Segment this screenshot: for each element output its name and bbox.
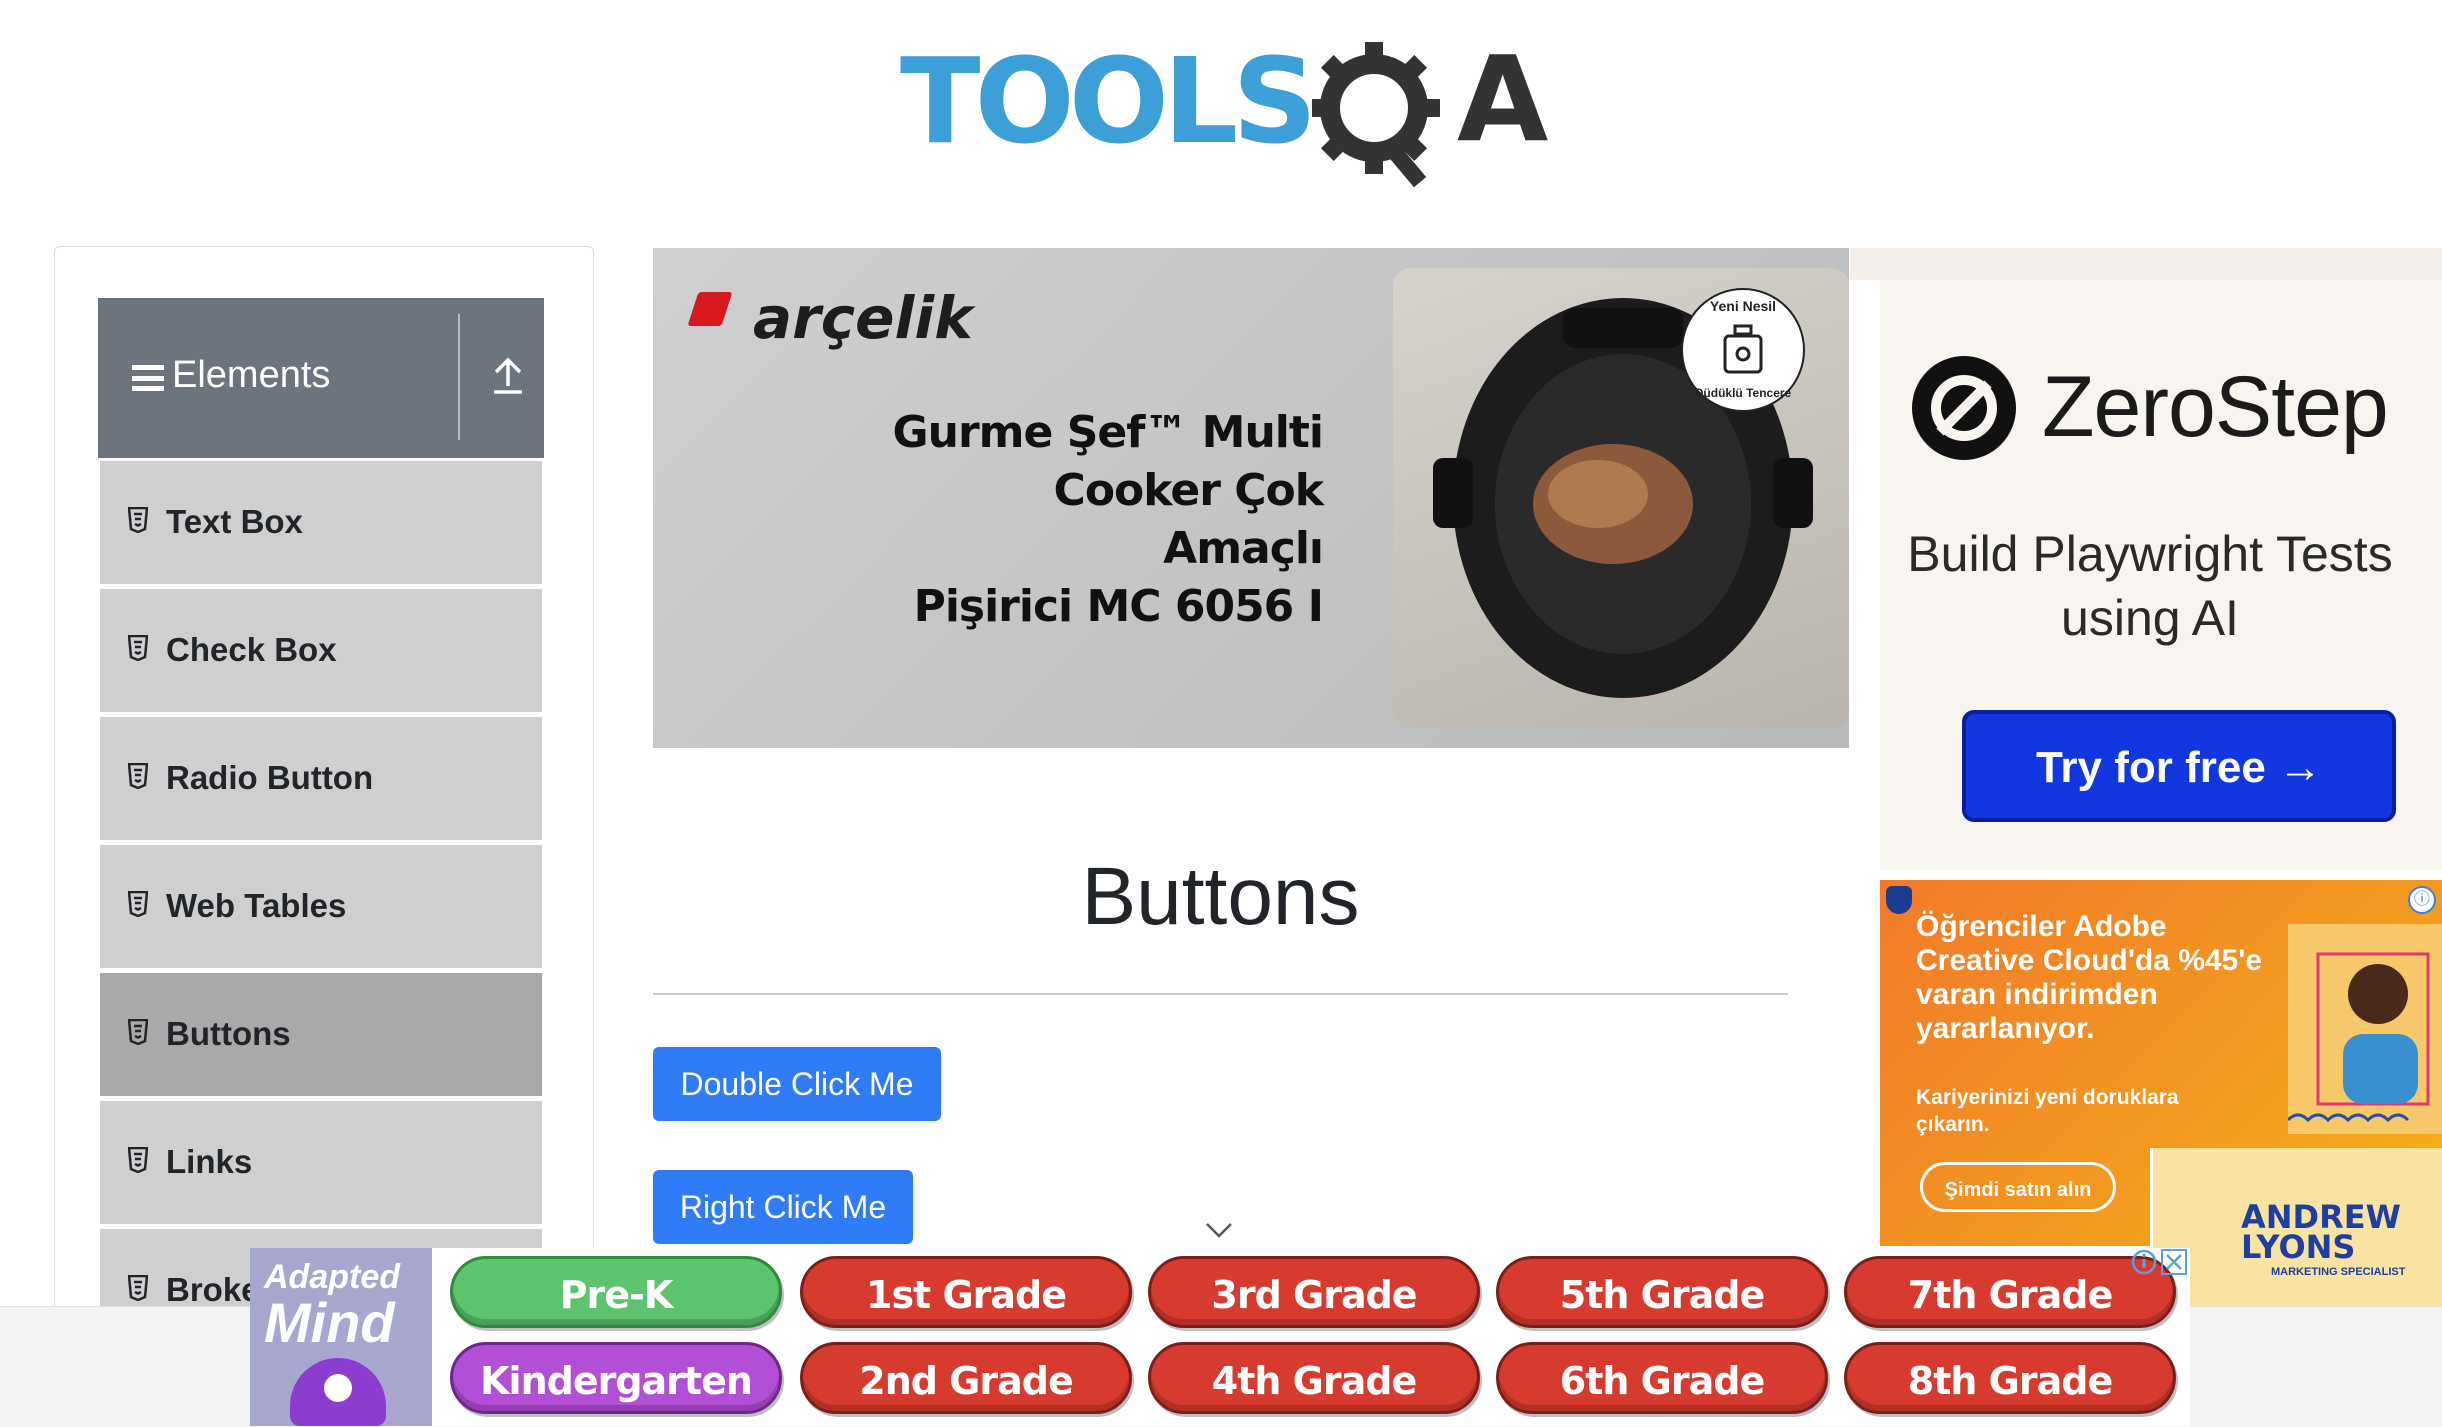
double-click-button[interactable]: Double Click Me <box>653 1047 941 1121</box>
monster-eye <box>324 1374 352 1402</box>
andrew-role: MARKETING SPECIALIST <box>2271 1266 2406 1278</box>
name-line: LYONS <box>2241 1228 2356 1266</box>
sidebar-item-buttons[interactable]: Buttons <box>100 970 542 1096</box>
adapted-mind-ad[interactable]: Adapted Mind Pre-K 1st Grade 3rd Grade 5… <box>250 1248 2190 1426</box>
grade-2nd[interactable]: 2nd Grade <box>800 1342 1132 1414</box>
page-title: Buttons <box>1081 851 1360 942</box>
stamp-badge: Yeni Nesil Düdüklü Tencere <box>1681 288 1805 412</box>
logo-word: TOOLS <box>900 32 1317 170</box>
grade-8th[interactable]: 8th Grade <box>1844 1342 2176 1414</box>
html5-icon <box>128 891 148 917</box>
andrew-lyons-card: ANDREW LYONS MARKETING SPECIALIST <box>2150 1148 2442 1308</box>
ad-strip <box>1850 248 2442 280</box>
adobe-headline: Öğrenciler Adobe Creative Cloud'da %45'e… <box>1916 910 2263 1045</box>
shield-icon <box>1886 886 1912 914</box>
group-title: Elements <box>132 354 330 397</box>
gear-magnifier-icon: A <box>1312 40 1548 188</box>
adobe-subtext: Kariyerinizi yeni doruklara çıkarın. <box>1916 1086 2179 1136</box>
zerostep-logo-icon <box>1912 356 2016 460</box>
logo-suffix: A <box>1457 40 1548 168</box>
headline-line: Gurme Şef™ Multi <box>892 407 1324 458</box>
html5-icon <box>128 635 148 661</box>
sidebar-item-label: Web Tables <box>166 887 347 924</box>
sidebar-item-label: Radio Button <box>166 759 374 796</box>
html5-icon <box>128 763 148 789</box>
toolsqa-logo[interactable]: TOOLS A <box>900 40 1550 190</box>
title-divider <box>653 993 1788 995</box>
grade-4th[interactable]: 4th Grade <box>1148 1342 1480 1414</box>
group-title-text: Elements <box>172 354 331 396</box>
sidebar-group-header[interactable]: Elements <box>98 298 544 458</box>
sidebar-item-check-box[interactable]: Check Box <box>100 586 542 712</box>
banner-brand: arçelik <box>753 284 973 352</box>
header-divider <box>458 314 460 440</box>
grade-3rd[interactable]: 3rd Grade <box>1148 1256 1480 1328</box>
sidebar-item-label: Buttons <box>166 1015 291 1052</box>
html5-icon <box>128 1019 148 1045</box>
pot-icon <box>1723 324 1763 374</box>
grade-7th[interactable]: 7th Grade <box>1844 1256 2176 1328</box>
try-for-free-button[interactable]: Try for free → <box>1962 710 2396 822</box>
adobe-person-photo <box>2286 924 2442 1134</box>
banner-headline: Gurme Şef™ Multi Cooker Çok Amaçlı Pişir… <box>883 404 1324 636</box>
html5-icon <box>128 1147 148 1173</box>
html5-icon <box>128 1275 148 1301</box>
logo-line: Mind <box>264 1291 395 1354</box>
stamp-top-text: Yeni Nesil <box>1709 298 1777 314</box>
ad-choices-close-icon[interactable] <box>2130 1248 2190 1276</box>
hamburger-icon <box>132 365 164 391</box>
grade-kindergarten[interactable]: Kindergarten <box>450 1342 782 1414</box>
buy-now-button[interactable]: Şimdi satın alın <box>1920 1162 2116 1212</box>
grade-6th[interactable]: 6th Grade <box>1496 1342 1828 1414</box>
person-image <box>2286 952 2430 1123</box>
sidebar-item-label: Check Box <box>166 631 337 668</box>
sidebar-item-label: Broke <box>166 1271 260 1308</box>
headline-line: Pişirici MC 6056 I <box>913 581 1324 632</box>
sidebar-item-links[interactable]: Links <box>100 1098 542 1224</box>
sidebar-item-text-box[interactable]: Text Box <box>100 458 542 584</box>
chevron-down-icon[interactable] <box>1204 1220 1234 1240</box>
right-click-button[interactable]: Right Click Me <box>653 1170 913 1244</box>
info-icon[interactable]: ⓘ <box>2408 886 2436 914</box>
headline-line: Cooker Çok Amaçlı <box>1053 465 1324 574</box>
sidebar-item-label: Text Box <box>166 503 303 540</box>
html5-icon <box>128 507 148 533</box>
grade-5th[interactable]: 5th Grade <box>1496 1256 1828 1328</box>
sidebar-item-web-tables[interactable]: Web Tables <box>100 842 542 968</box>
sidebar-item-label: Links <box>166 1143 253 1180</box>
zerostep-name: ZeroStep <box>2042 359 2389 455</box>
stamp-bottom-text: Düdüklü Tencere <box>1694 386 1792 400</box>
banner-ad[interactable]: arçelik Gurme Şef™ Multi Cooker Çok Amaç… <box>653 248 1849 748</box>
collapse-up-icon[interactable] <box>488 352 528 396</box>
grade-1st[interactable]: 1st Grade <box>800 1256 1132 1328</box>
andrew-name: ANDREW LYONS <box>2241 1201 2401 1266</box>
zerostep-tagline: Build Playwright Tests using AI <box>1907 526 2393 646</box>
grade-pre-k[interactable]: Pre-K <box>450 1256 782 1328</box>
zerostep-ad[interactable]: ZeroStep Build Playwright Tests using AI… <box>1880 280 2442 870</box>
sidebar-item-radio-button[interactable]: Radio Button <box>100 714 542 840</box>
adapted-mind-logo: Adapted Mind <box>250 1248 432 1426</box>
